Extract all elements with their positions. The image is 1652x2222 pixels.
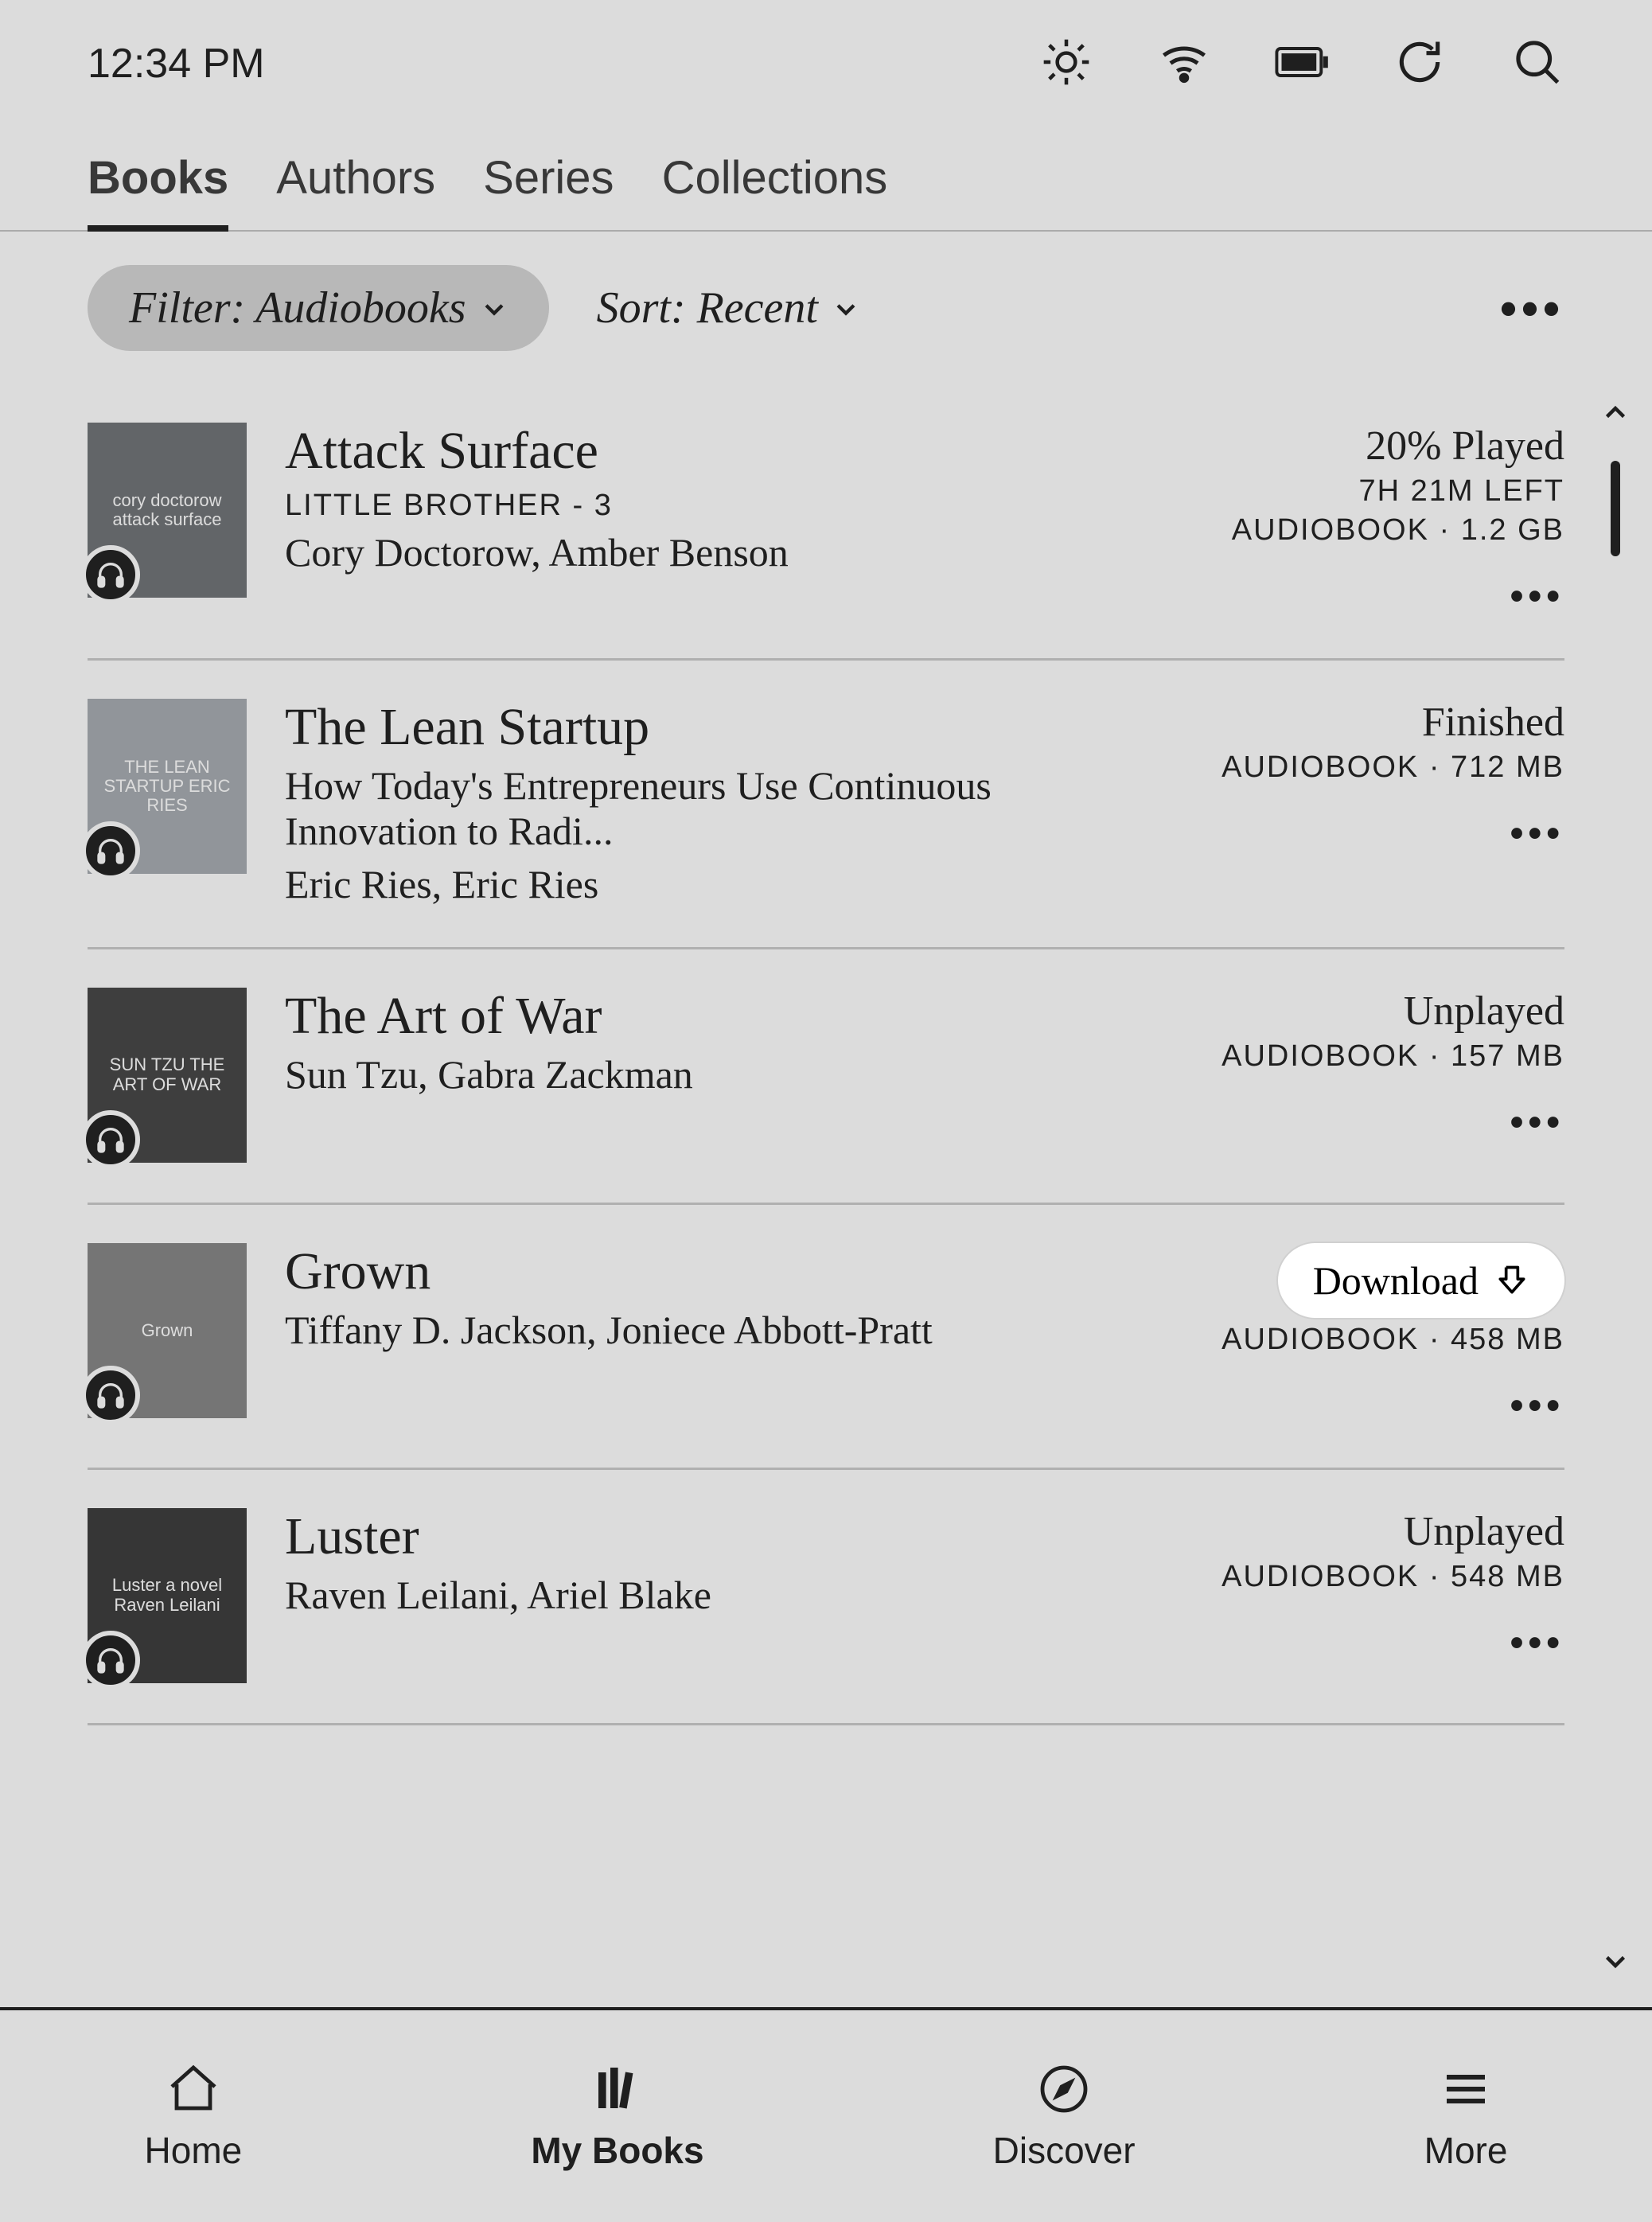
nav-my-books[interactable]: My Books: [531, 2060, 703, 2172]
sort-label: Sort: Recent: [597, 283, 818, 333]
download-icon: [1494, 1263, 1529, 1298]
tab-authors[interactable]: Authors: [276, 151, 435, 230]
nav-my-books-label: My Books: [531, 2129, 703, 2172]
book-row[interactable]: Grown Grown Tiffany D. Jackson, Joniece Ab…: [88, 1205, 1564, 1470]
download-label: Download: [1313, 1257, 1479, 1304]
scroll-thumb[interactable]: [1611, 461, 1620, 556]
book-meta: Download AUDIOBOOK · 458 MB •••: [1151, 1243, 1564, 1428]
book-row[interactable]: THE LEAN STARTUP ERIC RIESThe Lean Start…: [88, 661, 1564, 949]
headphones-icon: [81, 1110, 140, 1169]
bottom-nav: Home My Books Discover More: [0, 2007, 1652, 2222]
tab-series[interactable]: Series: [483, 151, 614, 230]
book-type-size: AUDIOBOOK · 458 MB: [1221, 1323, 1564, 1357]
scrollbar[interactable]: [1592, 399, 1639, 1975]
compass-icon: [1035, 2060, 1093, 2118]
book-cover[interactable]: SUN TZU THE ART OF WAR: [88, 988, 247, 1163]
book-list: cory doctorow attack surfaceAttack Surfa…: [0, 384, 1652, 2007]
library-icon: [589, 2060, 646, 2118]
sync-icon[interactable]: [1393, 35, 1447, 93]
book-type-size: AUDIOBOOK · 548 MB: [1221, 1560, 1564, 1594]
brightness-icon[interactable]: [1039, 35, 1093, 93]
nav-more[interactable]: More: [1424, 2060, 1508, 2172]
book-info: Luster Raven Leilani, Ariel Blake: [285, 1508, 1112, 1683]
menu-icon: [1437, 2060, 1494, 2118]
book-status: Finished: [1422, 699, 1564, 746]
nav-discover[interactable]: Discover: [993, 2060, 1136, 2172]
book-title: The Lean Startup: [285, 699, 1112, 757]
book-author: Tiffany D. Jackson, Joniece Abbott-Pratt: [285, 1307, 1112, 1353]
book-cover[interactable]: cory doctorow attack surface: [88, 423, 247, 598]
book-author: Cory Doctorow, Amber Benson: [285, 529, 1112, 575]
home-icon: [165, 2060, 222, 2118]
book-title: Luster: [285, 1508, 1112, 1566]
headphones-icon: [81, 1631, 140, 1690]
book-status: Unplayed: [1404, 988, 1564, 1035]
book-title: Attack Surface: [285, 423, 1112, 481]
download-button[interactable]: Download: [1278, 1243, 1564, 1318]
book-status: 20% Played: [1366, 423, 1564, 470]
row-more-button[interactable]: •••: [1510, 812, 1564, 856]
controls-row: Filter: Audiobooks Sort: Recent •••: [0, 232, 1652, 384]
filter-dropdown[interactable]: Filter: Audiobooks: [88, 265, 549, 351]
book-row[interactable]: Luster a novel Raven Leilani Luster Raven …: [88, 1470, 1564, 1725]
book-status: Unplayed: [1404, 1508, 1564, 1555]
scroll-up-icon[interactable]: [1601, 399, 1630, 427]
book-time-left: 7H 21M LEFT: [1358, 474, 1564, 509]
headphones-icon: [81, 821, 140, 880]
book-author: Sun Tzu, Gabra Zackman: [285, 1051, 1112, 1097]
book-series: LITTLE BROTHER - 3: [285, 489, 1112, 523]
row-more-button[interactable]: •••: [1510, 1101, 1564, 1144]
book-info: The Lean Startup How Today's Entrepreneur…: [285, 699, 1112, 907]
tab-collections[interactable]: Collections: [662, 151, 888, 230]
more-options-button[interactable]: •••: [1500, 281, 1564, 336]
book-info: Attack Surface LITTLE BROTHER - 3 Cory Doc…: [285, 423, 1112, 618]
book-type-size: AUDIOBOOK · 157 MB: [1221, 1039, 1564, 1074]
nav-discover-label: Discover: [993, 2129, 1136, 2172]
clock: 12:34 PM: [88, 40, 265, 88]
row-more-button[interactable]: •••: [1510, 1621, 1564, 1665]
book-subtitle: How Today's Entrepreneurs Use Continuous…: [285, 763, 1112, 855]
book-author: Eric Ries, Eric Ries: [285, 861, 1112, 907]
book-row[interactable]: cory doctorow attack surfaceAttack Surfa…: [88, 384, 1564, 661]
battery-icon[interactable]: [1275, 35, 1329, 93]
book-meta: Unplayed AUDIOBOOK · 548 MB •••: [1151, 1508, 1564, 1683]
tab-books[interactable]: Books: [88, 151, 228, 230]
headphones-icon: [81, 545, 140, 604]
wifi-icon[interactable]: [1157, 35, 1211, 93]
book-meta: Finished AUDIOBOOK · 712 MB •••: [1151, 699, 1564, 907]
scroll-down-icon[interactable]: [1601, 1947, 1630, 1975]
chevron-down-icon: [832, 283, 859, 333]
nav-home-label: Home: [145, 2129, 243, 2172]
book-cover[interactable]: Grown: [88, 1243, 247, 1418]
status-bar: 12:34 PM: [0, 0, 1652, 127]
row-more-button[interactable]: •••: [1510, 575, 1564, 618]
book-type-size: AUDIOBOOK · 712 MB: [1221, 750, 1564, 785]
search-icon[interactable]: [1510, 35, 1564, 93]
book-cover[interactable]: THE LEAN STARTUP ERIC RIES: [88, 699, 247, 874]
book-info: The Art of War Sun Tzu, Gabra Zackman: [285, 988, 1112, 1163]
library-tabs: Books Authors Series Collections: [0, 127, 1652, 232]
book-cover[interactable]: Luster a novel Raven Leilani: [88, 1508, 247, 1683]
book-row[interactable]: SUN TZU THE ART OF WAR The Art of War Sun …: [88, 949, 1564, 1205]
book-meta: Unplayed AUDIOBOOK · 157 MB •••: [1151, 988, 1564, 1163]
book-meta: 20% Played 7H 21M LEFT AUDIOBOOK · 1.2 GB •…: [1151, 423, 1564, 618]
book-author: Raven Leilani, Ariel Blake: [285, 1572, 1112, 1618]
book-title: Grown: [285, 1243, 1112, 1301]
nav-more-label: More: [1424, 2129, 1508, 2172]
book-info: Grown Tiffany D. Jackson, Joniece Abbott-…: [285, 1243, 1112, 1428]
row-more-button[interactable]: •••: [1510, 1384, 1564, 1428]
chevron-down-icon: [481, 283, 508, 333]
filter-label: Filter: Audiobooks: [129, 283, 466, 333]
sort-dropdown[interactable]: Sort: Recent: [597, 283, 859, 333]
book-type-size: AUDIOBOOK · 1.2 GB: [1232, 513, 1564, 548]
headphones-icon: [81, 1366, 140, 1425]
book-title: The Art of War: [285, 988, 1112, 1046]
nav-home[interactable]: Home: [145, 2060, 243, 2172]
